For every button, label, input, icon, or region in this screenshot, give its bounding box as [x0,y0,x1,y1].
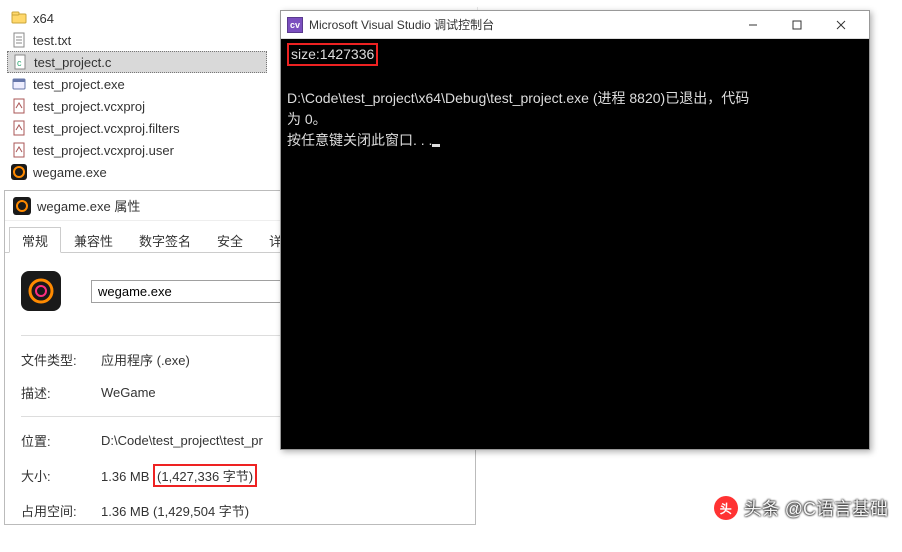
vcxproj-icon [11,98,27,114]
size-value: 1.36 MB (1,427,336 字节) [101,464,257,487]
file-item-exe[interactable]: test_project.exe [7,73,267,95]
file-label: wegame.exe [33,165,107,180]
console-size-highlight: size:1427336 [287,43,378,66]
file-item-vcxproj-filters[interactable]: test_project.vcxproj.filters [7,117,267,139]
cursor-icon [432,144,440,147]
filetype-label: 文件类型: [21,350,101,369]
console-title: Microsoft Visual Studio 调试控制台 [309,16,731,33]
filetype-value: 应用程序 (.exe) [101,350,190,369]
disk-value: 1.36 MB (1,429,504 字节) [101,501,249,520]
console-exit-line: D:\Code\test_project\x64\Debug\test_proj… [287,90,749,127]
watermark: 头 头条 @C语言基础 [714,495,888,521]
file-item-vcxproj-user[interactable]: test_project.vcxproj.user [7,139,267,161]
minimize-button[interactable] [731,12,775,38]
description-label: 描述: [21,383,101,402]
wegame-large-icon [21,271,61,311]
file-label: test_project.c [34,55,111,70]
tab-compat[interactable]: 兼容性 [61,227,126,253]
location-value: D:\Code\test_project\test_pr [101,433,263,448]
location-label: 位置: [21,431,101,450]
exe-icon [11,76,27,92]
console-body[interactable]: size:1427336 D:\Code\test_project\x64\De… [281,39,869,449]
size-bytes-highlight: (1,427,336 字节) [153,464,257,487]
maximize-button[interactable] [775,12,819,38]
vcxproj-icon [11,142,27,158]
disk-label: 占用空间: [21,501,101,520]
wegame-icon [13,197,31,215]
file-item-wegame[interactable]: wegame.exe [7,161,267,183]
file-label: test_project.exe [33,77,125,92]
svg-text:c: c [17,58,22,68]
tab-general[interactable]: 常规 [9,227,61,253]
file-label: test_project.vcxproj.filters [33,121,180,136]
description-value: WeGame [101,385,156,400]
window-buttons [731,12,863,38]
tab-security[interactable]: 安全 [204,227,256,253]
watermark-text: 头条 @C语言基础 [744,495,888,521]
c-file-icon: c [12,54,28,70]
console-prompt-line: 按任意键关闭此窗口. . . [287,132,432,148]
vcxproj-icon [11,120,27,136]
file-label: x64 [33,11,54,26]
watermark-icon: 头 [714,496,738,520]
console-icon: cv [287,17,303,33]
close-button[interactable] [819,12,863,38]
console-window: cv Microsoft Visual Studio 调试控制台 size:14… [280,10,870,450]
size-label: 大小: [21,466,101,485]
file-item-txt[interactable]: test.txt [7,29,267,51]
file-list: x64 test.txt c test_project.c test_proje… [7,7,267,183]
console-titlebar[interactable]: cv Microsoft Visual Studio 调试控制台 [281,11,869,39]
properties-title: wegame.exe 属性 [37,196,140,215]
file-item-c[interactable]: c test_project.c [7,51,267,73]
file-item-vcxproj[interactable]: test_project.vcxproj [7,95,267,117]
file-label: test.txt [33,33,71,48]
tab-signatures[interactable]: 数字签名 [126,227,204,253]
file-label: test_project.vcxproj.user [33,143,174,158]
file-item-folder[interactable]: x64 [7,7,267,29]
wegame-icon [11,164,27,180]
file-label: test_project.vcxproj [33,99,145,114]
folder-icon [11,10,27,26]
txt-icon [11,32,27,48]
size-prefix: 1.36 MB [101,469,153,484]
